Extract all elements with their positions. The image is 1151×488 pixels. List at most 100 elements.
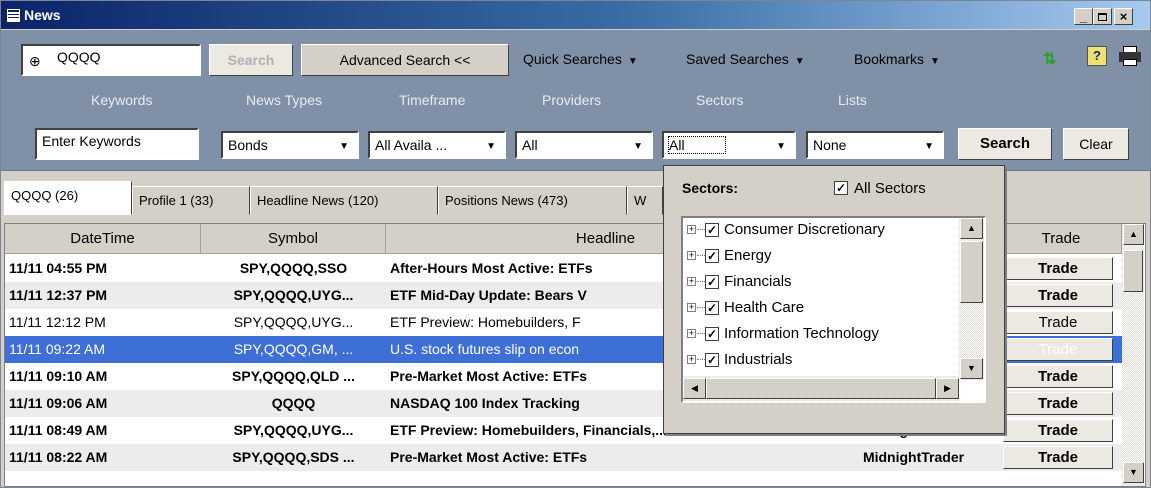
column-datetime[interactable]: DateTime (5, 224, 201, 254)
news-types-dropdown[interactable]: Bonds ▼ (221, 131, 359, 159)
sectors-dropdown[interactable]: All ▼ (662, 131, 796, 159)
column-trade[interactable]: Trade (1001, 224, 1122, 254)
tree-scroll-thumb[interactable] (960, 241, 983, 303)
trade-button[interactable]: Trade (1003, 257, 1113, 280)
keywords-label: Keywords (91, 92, 153, 108)
sector-checkbox[interactable]: ✓ (705, 249, 719, 263)
refresh-icon[interactable]: ⇅ (1043, 49, 1056, 69)
tree-connector (697, 307, 705, 308)
trade-button[interactable]: Trade (1003, 392, 1113, 415)
trade-button[interactable]: Trade (1003, 311, 1113, 334)
symbol-search-input[interactable]: ⊕ QQQQ (21, 44, 201, 76)
tree-scroll-down-icon[interactable]: ▼ (960, 358, 983, 379)
bookmarks-menu[interactable]: Bookmarks ▼ (854, 51, 940, 67)
tree-scroll-left-icon[interactable]: ◀ (683, 378, 706, 399)
trade-button[interactable]: Trade (1003, 419, 1113, 442)
tab-headline-news[interactable]: Headline News (120) (250, 186, 438, 215)
news-window: News _ × ⊕ QQQQ Search Advanced Search <… (0, 0, 1151, 488)
column-symbol[interactable]: Symbol (201, 224, 386, 254)
sector-checkbox[interactable]: ✓ (705, 301, 719, 315)
cell-symbol: SPY,QQQQ,UYG... (233, 422, 354, 438)
saved-searches-menu[interactable]: Saved Searches ▼ (686, 51, 805, 67)
cell-datetime: 11/11 12:12 PM (9, 314, 106, 330)
scroll-thumb[interactable] (1123, 250, 1143, 292)
symbol-search-value: QQQQ (57, 49, 101, 65)
cell-datetime: 11/11 12:37 PM (9, 287, 108, 303)
chevron-down-icon: ▼ (486, 141, 496, 152)
trade-button[interactable]: Trade (1003, 284, 1113, 307)
help-icon[interactable]: ? (1087, 46, 1107, 66)
lists-label: Lists (838, 92, 867, 108)
tree-connector (697, 255, 705, 256)
tab-truncated[interactable]: W (627, 186, 663, 215)
chevron-down-icon: ▼ (627, 56, 638, 67)
cell-symbol: SPY,QQQQ,QLD ... (232, 368, 355, 384)
tab-positions-news[interactable]: Positions News (473) (438, 186, 627, 215)
expand-plus-icon[interactable]: + (687, 329, 696, 338)
news-tabs: QQQQ (26) Profile 1 (33) Headline News (… (1, 179, 663, 215)
scroll-up-icon[interactable]: ▲ (1123, 224, 1144, 245)
tree-horizontal-scrollbar[interactable]: ◀ ▶ (683, 376, 959, 401)
tree-connector (697, 229, 705, 230)
tree-scroll-right-icon[interactable]: ▶ (936, 378, 959, 399)
filter-search-button[interactable]: Search (958, 128, 1052, 160)
cell-datetime: 11/11 09:10 AM (9, 368, 108, 384)
expand-plus-icon[interactable]: + (687, 225, 696, 234)
providers-value: All (522, 137, 538, 153)
window-title: News (24, 7, 61, 23)
cell-symbol: SPY,QQQQ,UYG... (233, 314, 354, 330)
news-types-value: Bonds (228, 137, 268, 153)
timeframe-dropdown[interactable]: All Availa ... ▼ (368, 131, 506, 159)
sector-label: Industrials (724, 351, 793, 368)
tab-profile-1[interactable]: Profile 1 (33) (132, 186, 250, 215)
cell-symbol: QQQQ (271, 395, 316, 411)
expand-plus-icon[interactable]: + (687, 355, 696, 364)
expand-plus-icon[interactable]: + (687, 251, 696, 260)
link-icon: ⊕ (29, 53, 41, 69)
sector-checkbox[interactable]: ✓ (705, 327, 719, 341)
clear-button[interactable]: Clear (1063, 128, 1129, 160)
tree-scroll-up-icon[interactable]: ▲ (960, 218, 983, 239)
sector-checkbox[interactable]: ✓ (705, 353, 719, 367)
sectors-popup-title: Sectors: (682, 180, 739, 196)
sector-checkbox[interactable]: ✓ (705, 275, 719, 289)
trade-button[interactable]: Trade (1003, 365, 1113, 388)
close-button[interactable]: × (1114, 8, 1133, 25)
printer-icon[interactable] (1119, 46, 1141, 66)
search-button[interactable]: Search (209, 44, 293, 76)
grid-scrollbar[interactable]: ▲ ▼ (1122, 224, 1144, 486)
minimize-button[interactable]: _ (1074, 8, 1093, 25)
sector-label: Financials (724, 273, 792, 290)
sectors-popup: Sectors: ✓ All Sectors + ✓ Consumer Discre… (663, 165, 1005, 434)
filter-toolbar: Keywords Enter Keywords News Types Bonds… (1, 88, 1150, 171)
cell-symbol: SPY,QQQQ,GM, ... (233, 341, 354, 357)
advanced-search-button[interactable]: Advanced Search << (301, 44, 509, 76)
tree-vertical-scrollbar[interactable]: ▲ ▼ (959, 218, 984, 380)
tree-hscroll-thumb[interactable] (706, 378, 936, 399)
quick-searches-menu[interactable]: Quick Searches ▼ (523, 51, 638, 67)
title-bar[interactable]: News _ × (1, 1, 1150, 29)
providers-dropdown[interactable]: All ▼ (515, 131, 653, 159)
scroll-down-icon[interactable]: ▼ (1123, 462, 1144, 483)
expand-plus-icon[interactable]: + (687, 277, 696, 286)
sector-label: Health Care (724, 299, 805, 316)
expand-plus-icon[interactable]: + (687, 303, 696, 312)
chevron-down-icon: ▼ (776, 141, 786, 152)
cell-symbol: SPY,QQQQ,SDS ... (232, 449, 355, 465)
sector-label: Consumer Discretionary (724, 221, 885, 238)
cell-headline: Pre-Market Most Active: ETFs (390, 449, 588, 465)
trade-button[interactable]: Trade (1003, 338, 1113, 361)
table-row[interactable]: 11/11 08:22 AM SPY,QQQQ,SDS ... Pre-Market… (5, 444, 1122, 471)
tab-qqqq[interactable]: QQQQ (26) (4, 181, 132, 215)
lists-dropdown[interactable]: None ▼ (806, 131, 944, 159)
trade-button[interactable]: Trade (1003, 446, 1113, 469)
providers-label: Providers (542, 92, 602, 108)
all-sectors-checkbox[interactable]: ✓ (834, 181, 848, 195)
tree-connector (697, 281, 705, 282)
sector-checkbox[interactable]: ✓ (705, 223, 719, 237)
keywords-input[interactable]: Enter Keywords (35, 128, 199, 160)
saved-searches-label: Saved Searches (686, 51, 789, 67)
chevron-down-icon: ▼ (930, 56, 940, 67)
cell-symbol: SPY,QQQQ,UYG... (233, 287, 354, 303)
maximize-button[interactable] (1093, 8, 1112, 25)
